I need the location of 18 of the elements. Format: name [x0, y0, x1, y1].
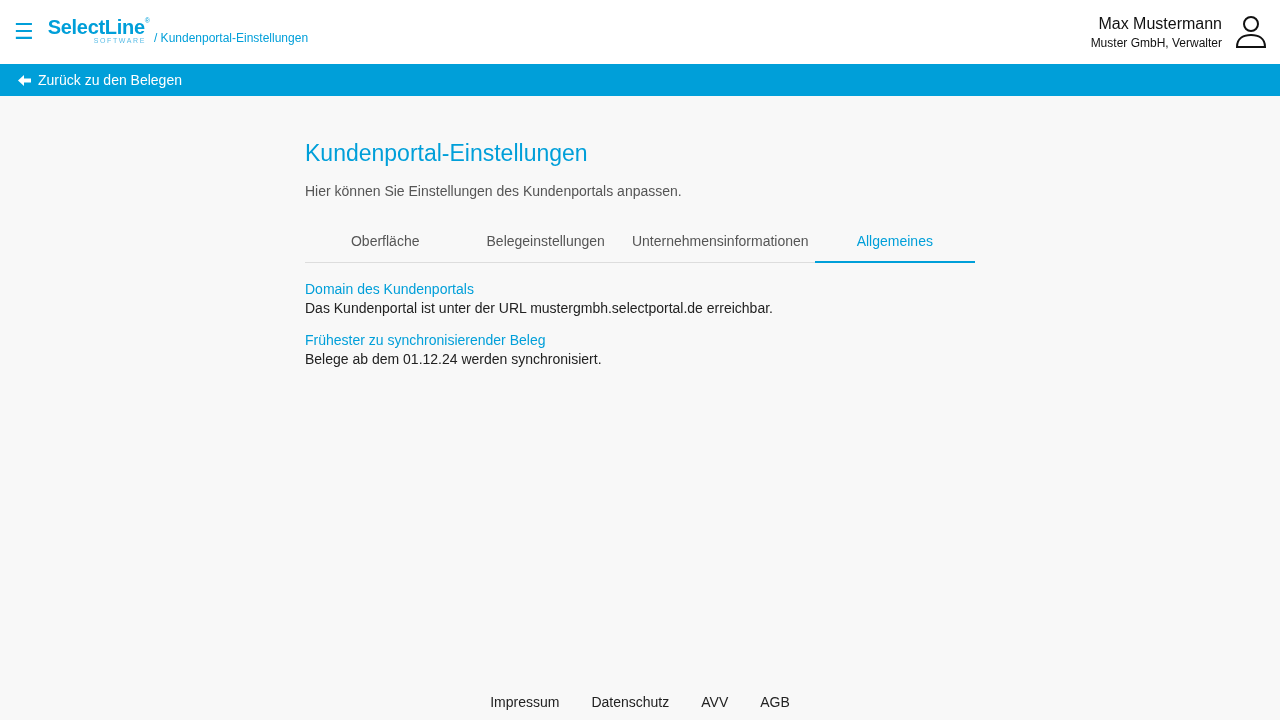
section-text: Das Kundenportal ist unter der URL mustergmbh.selectportal.de erreichbar. [305, 300, 774, 316]
section-text: Belege ab dem 01.12.24 werden synchronisiert. [305, 351, 603, 367]
page-title: Kundenportal-Einstellungen [305, 140, 589, 167]
tab[interactable]: Oberfläche [305, 221, 466, 263]
footer-link[interactable]: Impressum [490, 694, 560, 710]
user-company-role: Muster GmbH, Verwalter [1090, 35, 1222, 50]
tab[interactable]: Unternehmensinformationen [625, 221, 815, 263]
footer-link[interactable]: Datenschutz [591, 694, 670, 710]
tab[interactable]: Belegeinstellungen [465, 221, 626, 263]
logo-text: SelectLine [47, 17, 145, 37]
user-name: Max Mustermann [1098, 14, 1222, 33]
footer-link[interactable]: AGB [760, 694, 790, 710]
user-icon[interactable] [1236, 16, 1266, 48]
section-heading: Domain des Kundenportals [305, 281, 475, 297]
section-heading: Frühester zu synchronisierender Beleg [305, 332, 547, 348]
page-description: Hier können Sie Einstellungen des Kundenportals anpassen. [305, 183, 683, 199]
arrow-left-icon [18, 74, 31, 86]
footer-link[interactable]: AVV [701, 694, 729, 710]
